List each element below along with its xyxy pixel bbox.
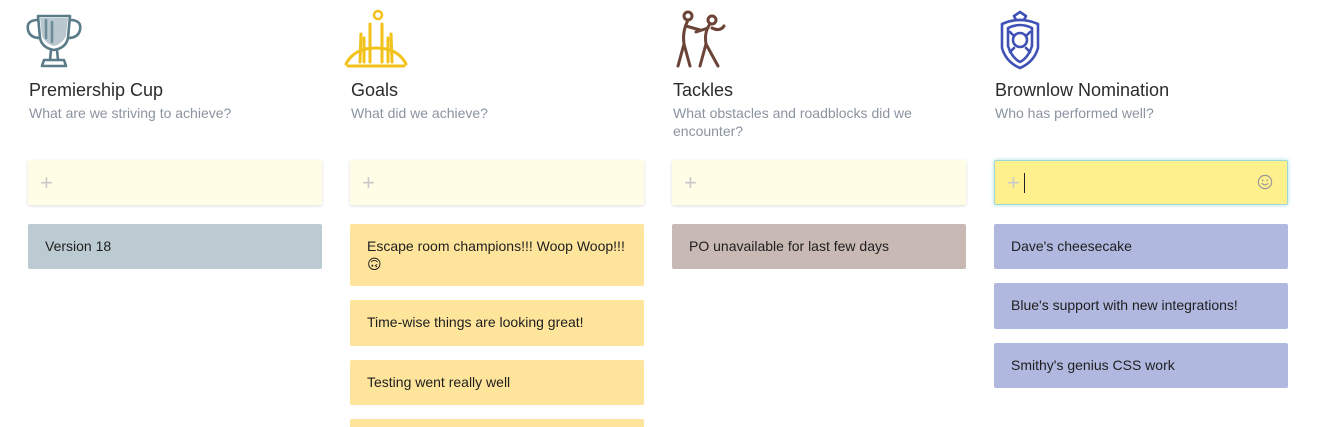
card[interactable]: Dave's cheesecake [994,224,1288,269]
column-subtitle: What are we striving to achieve? [29,105,232,121]
medal-crest-icon [988,8,1052,72]
card[interactable]: Smithy's genius CSS work [994,343,1288,388]
column-title: Tackles [673,80,734,100]
card[interactable]: Blue's support with new integrations! [994,283,1288,329]
column-subtitle: Who has performed well? [995,105,1154,121]
add-card-input[interactable]: + [350,160,644,205]
card[interactable] [350,419,644,427]
column-title: Premiership Cup [29,80,164,100]
plus-icon: + [1007,169,1020,195]
card-text: Testing went really well [367,374,511,390]
add-card-input[interactable]: + [994,160,1288,205]
column-tackles: Tackles What obstacles and roadblocks di… [672,0,968,427]
goal-posts-icon [344,8,408,72]
retro-board: Premiership Cup What are we striving to … [0,0,1325,427]
card[interactable]: Version 18 [28,224,322,269]
card-text: Time-wise things are looking great! [367,314,584,330]
card[interactable]: Escape room champions!!! Woop Woop!!! 🙃 [350,224,644,286]
column-title: Brownlow Nomination [995,80,1170,100]
card-text: Blue's support with new integrations! [1011,297,1238,313]
column-premiership-cup: Premiership Cup What are we striving to … [26,0,324,427]
plus-icon: + [40,169,53,195]
column-goals: Goals What did we achieve? + Escape room… [344,0,646,427]
trophy-icon [22,8,86,72]
add-card-input[interactable]: + [672,160,966,205]
card-text: Smithy's genius CSS work [1011,357,1175,373]
column-subtitle: What obstacles and roadblocks did we enc… [673,105,912,139]
card[interactable]: Time-wise things are looking great! [350,300,644,346]
tackle-players-icon [666,8,730,72]
card[interactable]: PO unavailable for last few days [672,224,966,269]
column-title: Goals [351,80,399,100]
column-brownlow-nomination: Brownlow Nomination Who has performed we… [994,0,1290,427]
card-text: Dave's cheesecake [1011,238,1132,254]
card[interactable]: Testing went really well [350,360,644,405]
card-text: PO unavailable for last few days [689,238,889,254]
card-text: Escape room champions!!! Woop Woop!!! 🙃 [367,238,625,272]
smiley-face-icon[interactable] [1257,174,1273,190]
plus-icon: + [684,169,697,195]
column-subtitle: What did we achieve? [351,105,488,121]
add-card-input[interactable]: + [28,160,322,205]
plus-icon: + [362,169,375,195]
card-text: Version 18 [45,238,112,254]
text-caret [1023,172,1025,193]
